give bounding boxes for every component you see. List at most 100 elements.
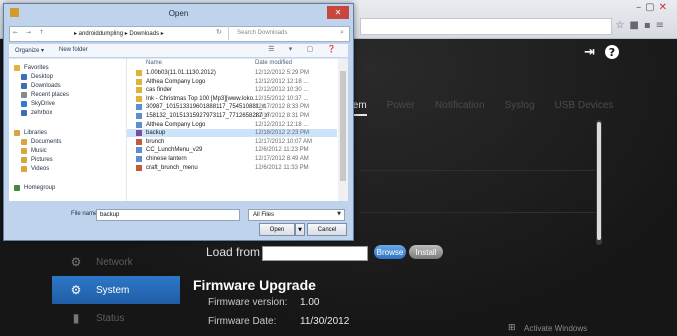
file-row[interactable]: chinese lantern 12/17/2012 8:49 AM [127,155,337,163]
search-icon: ⌕ [340,28,344,36]
file-row[interactable]: craft_brunch_menu 12/6/2012 11:33 PM [127,164,337,172]
firmware-version-value: 1.00 [300,297,320,308]
file-name: 1.00b03(11.01.1130.2012) [146,70,216,76]
sidebar-item-network[interactable]: ⚙ Network [52,248,180,276]
help-icon[interactable]: ? [605,45,619,59]
new-folder-button[interactable]: New folder [59,47,88,53]
minimize-icon[interactable]: – [636,2,645,13]
dialog-title-bar[interactable]: Open ✕ [4,4,353,22]
maximize-icon[interactable]: ▢ [645,2,658,13]
open-button[interactable]: Open [259,223,295,236]
file-list-header: Name Date modified [127,59,337,68]
close-icon[interactable]: ✕ [659,2,671,13]
file-row[interactable]: Althea Company Logo 12/12/2012 12:18 ... [127,78,337,86]
file-row[interactable]: 158132_10151315927973117_7712658287_n 12/… [127,112,337,120]
chevron-down-icon: ▼ [337,211,341,217]
file-name: cas finder [146,87,173,94]
file-row[interactable]: Ink - Christmas Top 100 [Mp3][www.loko..… [127,95,337,103]
navigation-arrows-icon[interactable]: ← → ↑ [13,29,47,36]
extension-icon[interactable]: ■ [629,20,643,31]
address-bar[interactable] [360,18,612,35]
file-date: 12/6/2012 11:23 PM [255,147,309,154]
file-name: craft_brunch_menu [146,164,198,171]
firmware-version-row: Firmware version: 1.00 [208,297,319,308]
open-dropdown-button[interactable]: ▼ [295,223,305,236]
file-date: 12/18/2012 2:23 PM [255,130,310,137]
refresh-icon[interactable]: ↻ [216,28,222,36]
nav-item-label: Videos [31,165,50,172]
nav-item-zehrbox[interactable]: zehrbox [21,108,52,117]
file-icon [136,130,142,137]
file-row[interactable]: brunch 12/17/2012 10:07 AM [127,138,337,146]
nav-item-desktop[interactable]: Desktop [21,72,53,81]
bookmark-star-icon[interactable]: ☆ [615,20,629,31]
browser-toolbar-icons: ☆■▪≡ [615,20,669,31]
nav-item-videos[interactable]: Videos [21,164,49,173]
activate-windows-watermark: Activate Windows [524,324,588,333]
recent-places-icon [21,91,27,98]
nav-item-downloads[interactable]: Downloads [21,81,61,90]
nav-item-skydrive[interactable]: SkyDrive [21,99,55,108]
videos-icon [21,165,27,172]
extension-icon-2[interactable]: ▪ [644,20,656,31]
file-name-input[interactable]: backup [96,209,240,221]
file-row[interactable]: CC_LunchMenu_v29 12/6/2012 11:23 PM [127,146,337,154]
nav-item-documents[interactable]: Documents [21,137,61,146]
cancel-button[interactable]: Cancel [307,223,347,236]
file-type-select[interactable]: All Files ▼ [248,209,345,221]
file-list-scrollbar[interactable] [338,59,348,201]
dialog-close-button[interactable]: ✕ [327,6,349,19]
browse-button[interactable]: Browse [374,245,406,259]
tab-notification[interactable]: Notification [435,100,484,116]
column-date-header[interactable]: Date modified [255,60,292,66]
tab-power[interactable]: Power [387,100,415,116]
file-row[interactable]: 30987_101513319601888117_754510881_n 12/1… [127,103,337,111]
divider [360,212,595,213]
logout-icon[interactable]: ⇥ [584,45,595,60]
sidebar-item-system[interactable]: ⚙ System [52,276,180,304]
file-name-value: backup [100,212,120,218]
nav-item-pictures[interactable]: Pictures [21,155,53,164]
file-date: 12/15/2012 10:37 ... [255,95,309,102]
file-row[interactable]: cas finder 12/12/2012 10:30 ... [127,86,337,94]
file-date: 12/17/2012 10:07 AM [255,138,313,145]
file-date: 12/12/2012 5:29 PM [255,70,310,76]
breadcrumb[interactable]: ▸ androiddumpling ▸ Downloads ▸ [74,30,164,37]
file-name: CC_LunchMenu_v29 [146,147,203,154]
nav-item-recent-places[interactable]: Recent places [21,90,69,99]
nav-item-label: Pictures [31,156,53,163]
nav-item-libraries[interactable]: Libraries [14,128,47,137]
file-name: Althea Company Logo [146,78,206,85]
file-row[interactable]: 1.00b03(11.01.1130.2012) 12/12/2012 5:29 … [127,69,337,77]
file-row[interactable]: backup 12/18/2012 2:23 PM [127,129,337,138]
sidebar-item-status[interactable]: ▮ Status [52,304,180,332]
column-name-header[interactable]: Name [146,60,162,66]
nav-item-label: Downloads [31,82,61,89]
top-icons: ⇥ ? [584,45,619,60]
tab-syslog[interactable]: Syslog [505,100,535,116]
view-options-icons[interactable]: ☰ ▾ ▢ ❓ [268,45,342,53]
file-row[interactable]: Althea Company Logo 12/12/2012 12:18 ... [127,121,337,129]
search-input[interactable]: Search Downloads ⌕ [228,26,349,40]
nav-item-label: Desktop [31,73,54,80]
nav-item-favorites[interactable]: Favorites [14,63,49,72]
menu-icon[interactable]: ≡ [656,20,669,31]
firmware-date-label: Firmware Date: [208,316,277,327]
nav-item-homegroup[interactable]: Homegroup [14,183,55,192]
folder-icon [21,109,27,116]
install-button[interactable]: Install [409,245,443,259]
nav-item-music[interactable]: Music [21,146,47,155]
firmware-version-label: Firmware version: [208,297,288,308]
music-icon [21,147,27,154]
organize-button[interactable]: Organize ▾ [15,47,44,54]
tab-usb-devices[interactable]: USB Devices [555,100,614,116]
content-scrollbar-thumb[interactable] [597,122,601,240]
scrollbar-thumb[interactable] [340,71,346,181]
star-icon [14,64,20,71]
firmware-upgrade-title: Firmware Upgrade [193,277,316,293]
file-name: chinese lantern [146,156,187,162]
file-date: 12/6/2012 11:33 PM [255,164,309,171]
firmware-file-input[interactable] [262,246,368,261]
file-icon [136,87,142,94]
nav-item-label: Homegroup [24,184,56,191]
